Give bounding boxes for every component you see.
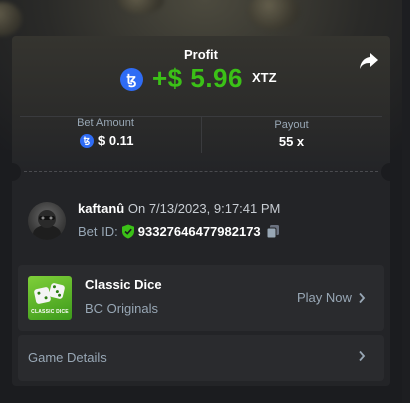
- play-now-button[interactable]: Play Now: [297, 290, 366, 305]
- bet-stats: Bet Amount ꜩ $ 0.11 Payout 55 x: [20, 116, 382, 157]
- username[interactable]: kaftanû: [78, 201, 124, 216]
- avatar[interactable]: [28, 202, 66, 240]
- bet-details-card: Profit ꜩ +$ 5.96 XTZ Bet Amount ꜩ $ 0.11…: [12, 36, 390, 386]
- share-button[interactable]: [358, 50, 380, 72]
- profit-currency: XTZ: [252, 70, 277, 85]
- game-details-label: Game Details: [28, 350, 107, 365]
- bet-user-info: kaftanû On 7/13/2023, 9:17:41 PM: [78, 201, 280, 216]
- profit-label: Profit: [184, 47, 218, 62]
- avatar-image: [33, 210, 61, 240]
- copy-button[interactable]: [266, 224, 280, 239]
- bet-amount: ꜩ $ 0.11: [80, 133, 133, 148]
- bet-id-row: Bet ID: 93327646477982173: [78, 224, 280, 239]
- game-provider: BC Originals: [85, 301, 158, 316]
- verified-shield-icon: [121, 224, 134, 239]
- bet-date: On 7/13/2023, 9:17:41 PM: [127, 201, 281, 216]
- thumbnail-label: CLASSIC DICE: [31, 309, 69, 315]
- tezos-coin-icon: ꜩ: [80, 133, 94, 148]
- share-icon: [360, 53, 378, 69]
- ticket-notch: [381, 163, 390, 181]
- game-details-row[interactable]: Game Details: [18, 335, 384, 381]
- dice-graphic: [48, 282, 66, 300]
- chevron-right-icon: [359, 292, 366, 303]
- bet-id-value: 93327646477982173: [137, 224, 261, 239]
- dashed-separator: [24, 171, 378, 172]
- bet-amount-value: $ 0.11: [98, 133, 134, 148]
- profit-amount: +$ 5.96: [152, 63, 243, 93]
- play-now-label: Play Now: [297, 290, 352, 305]
- game-thumbnail: CLASSIC DICE: [28, 276, 72, 320]
- payout-label: Payout: [274, 119, 309, 131]
- bet-id-label: Bet ID:: [78, 224, 118, 239]
- game-title: Classic Dice: [85, 277, 162, 292]
- chevron-right-icon: [359, 350, 366, 362]
- tezos-coin-icon: ꜩ: [120, 68, 143, 91]
- bet-amount-label: Bet Amount: [77, 117, 134, 129]
- copy-icon: [266, 225, 279, 239]
- payout-value: 55 x: [278, 134, 305, 149]
- game-link-row[interactable]: CLASSIC DICE Classic Dice BC Originals P…: [18, 265, 384, 331]
- scrollbar-track[interactable]: [402, 0, 410, 403]
